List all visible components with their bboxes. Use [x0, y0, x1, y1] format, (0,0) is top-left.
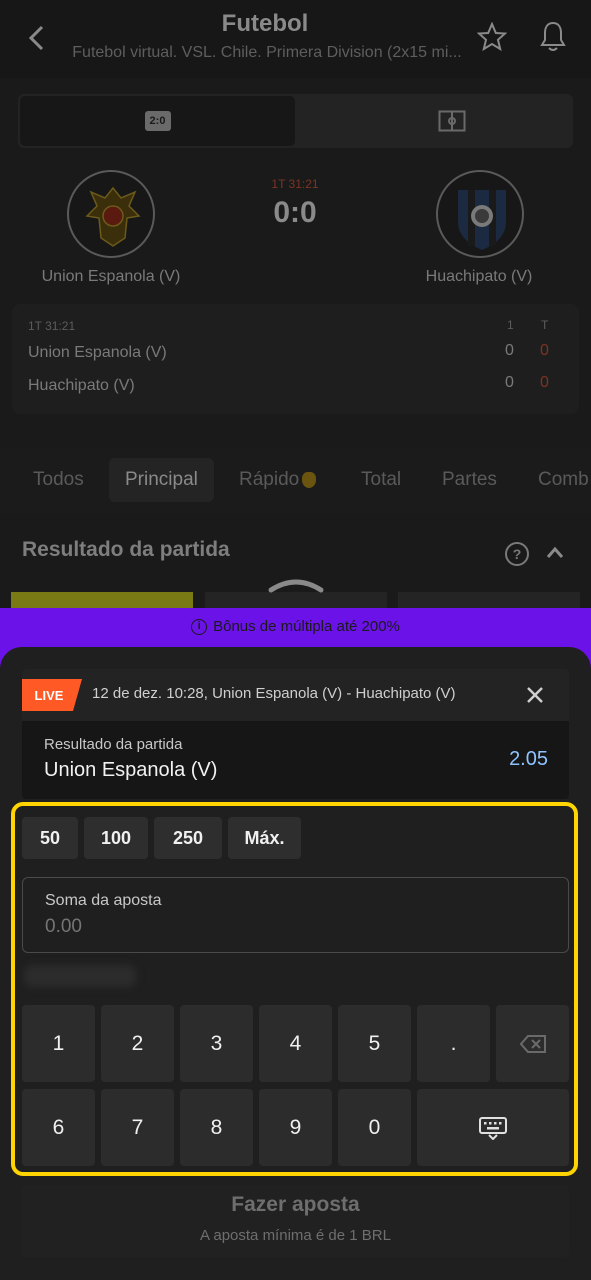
key-5[interactable]: 5: [338, 1005, 411, 1082]
place-bet-min-note: A aposta mínima é de 1 BRL: [200, 1227, 391, 1244]
scoreboard-icon: 2:0: [144, 111, 171, 131]
notification-bell-icon[interactable]: [538, 20, 568, 54]
place-bet-label: Fazer aposta: [231, 1193, 360, 1216]
live-badge: LIVE: [22, 679, 82, 711]
bet-card: LIVE 12 de dez. 10:28, Union Espanola (V…: [22, 669, 569, 799]
place-bet-button[interactable]: Fazer aposta A aposta mínima é de 1 BRL: [22, 1185, 569, 1257]
numeric-keypad: 1 2 3 4 5 . 6 7 8 9 0: [22, 1005, 569, 1167]
key-9[interactable]: 9: [259, 1089, 332, 1166]
key-7[interactable]: 7: [101, 1089, 174, 1166]
quick-amount-50[interactable]: 50: [22, 817, 78, 859]
coin-bag-icon: [302, 472, 317, 488]
tab-principal[interactable]: Principal: [109, 458, 214, 502]
key-6[interactable]: 6: [22, 1089, 95, 1166]
key-4[interactable]: 4: [259, 1005, 332, 1082]
backspace-icon: [519, 1034, 546, 1053]
chevron-up-icon[interactable]: [545, 543, 565, 563]
score-table-home-total: 0: [540, 342, 549, 359]
section-title: Resultado da partida: [22, 538, 230, 561]
key-backspace[interactable]: [496, 1005, 569, 1082]
key-1[interactable]: 1: [22, 1005, 95, 1082]
close-icon[interactable]: [524, 684, 546, 706]
bet-event: 12 de dez. 10:28, Union Espanola (V) - H…: [92, 685, 456, 702]
bet-odd: 2.05: [509, 748, 548, 770]
key-decimal[interactable]: .: [417, 1005, 490, 1082]
stake-input[interactable]: [45, 916, 445, 938]
match-time: 1T 31:21: [271, 177, 319, 191]
market-tabs: Todos Principal Rápido Total Partes Comb: [0, 448, 591, 514]
page-subtitle: Futebol virtual. VSL. Chile. Primera Div…: [72, 44, 462, 61]
key-8[interactable]: 8: [180, 1089, 253, 1166]
back-arrow-icon[interactable]: [24, 22, 50, 54]
score-table-away-p1: 0: [505, 374, 514, 391]
football-field-icon: [438, 110, 465, 132]
score-table-row-away: Huachipato (V): [28, 377, 135, 394]
score-table-away-total: 0: [540, 374, 549, 391]
sheet-drag-handle-icon[interactable]: [268, 576, 324, 594]
score-table-col-1: 1: [507, 318, 514, 332]
match-score: 0:0: [273, 196, 317, 229]
score-table: 1T 31:21 1 T Union Espanola (V) 0 0 Huac…: [12, 304, 579, 414]
bonus-text: Bônus de múltipla até 200%: [213, 618, 400, 635]
info-icon: i: [191, 618, 208, 635]
page: Futebol Futebol virtual. VSL. Chile. Pri…: [0, 0, 591, 1280]
help-icon[interactable]: ?: [505, 542, 529, 566]
home-team-logo: [67, 170, 155, 258]
keyboard-hide-icon: [479, 1116, 507, 1140]
away-team-logo: [436, 170, 524, 258]
bet-card-header: LIVE 12 de dez. 10:28, Union Espanola (V…: [22, 669, 569, 721]
view-toggle: 2:0: [18, 94, 573, 148]
page-title: Futebol: [221, 10, 309, 37]
tab-total[interactable]: Total: [361, 458, 401, 502]
score-table-col-total: T: [541, 318, 549, 332]
away-team-name: Huachipato (V): [425, 268, 533, 285]
home-team-name: Union Espanola (V): [41, 268, 181, 285]
tab-todos[interactable]: Todos: [33, 458, 84, 502]
quick-amount-250[interactable]: 250: [154, 817, 222, 859]
tab-combos[interactable]: Comb: [538, 458, 589, 502]
bet-market: Resultado da partida: [44, 736, 183, 753]
key-hide-keyboard[interactable]: [417, 1089, 569, 1166]
bonus-message: i Bônus de múltipla até 200%: [0, 618, 591, 635]
field-view-tab[interactable]: [314, 96, 589, 146]
tab-rapido-label: Rápido: [239, 469, 300, 490]
top-bar: Futebol Futebol virtual. VSL. Chile. Pri…: [0, 0, 591, 78]
key-0[interactable]: 0: [338, 1089, 411, 1166]
score-table-time: 1T 31:21: [28, 319, 76, 333]
quick-amount-max[interactable]: Máx.: [228, 817, 301, 859]
scoreboard-view-tab[interactable]: 2:0: [20, 96, 295, 146]
stake-label: Soma da aposta: [45, 892, 162, 909]
tab-rapido[interactable]: Rápido: [239, 458, 317, 502]
score-table-home-p1: 0: [505, 342, 514, 359]
tab-partes[interactable]: Partes: [442, 458, 497, 502]
blurred-balance-text: [24, 965, 136, 987]
bet-selection: Union Espanola (V): [44, 759, 218, 781]
favorite-star-icon[interactable]: [477, 22, 507, 52]
quick-amount-100[interactable]: 100: [84, 817, 148, 859]
key-3[interactable]: 3: [180, 1005, 253, 1082]
score-table-row-home: Union Espanola (V): [28, 344, 167, 361]
key-2[interactable]: 2: [101, 1005, 174, 1082]
stake-field[interactable]: Soma da aposta: [22, 877, 569, 953]
